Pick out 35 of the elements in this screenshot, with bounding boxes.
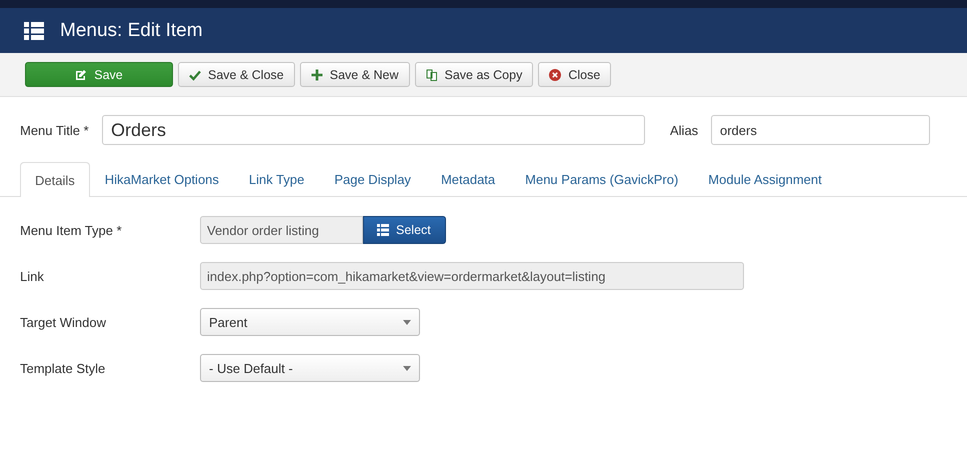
toolbar-button[interactable]: Save & Close — [178, 62, 295, 87]
list-icon — [24, 20, 44, 40]
tab[interactable]: HikaMarket Options — [90, 162, 234, 196]
input-field: index.php?option=com_hikamarket&view=ordermarket&layout=listing — [200, 262, 744, 290]
tab[interactable]: Page Display — [319, 162, 426, 196]
page-title: Menus: Edit Item — [60, 20, 203, 42]
check-icon — [189, 68, 201, 80]
tab[interactable]: Metadata — [426, 162, 510, 196]
close-icon — [549, 68, 562, 80]
copy-icon — [426, 68, 438, 80]
dropdown[interactable]: - Use Default - — [200, 354, 420, 382]
field-label: Alias — [670, 122, 700, 138]
field-label: Link — [20, 268, 45, 284]
tab[interactable]: Module Assignment — [693, 162, 837, 196]
list-icon — [377, 224, 389, 236]
select-button[interactable]: Select — [363, 216, 446, 244]
field-label: Menu Title * — [20, 122, 90, 138]
alias-field[interactable]: orders — [711, 115, 930, 145]
caret-icon — [403, 320, 411, 324]
toolbar-button[interactable]: Save — [25, 62, 173, 87]
toolbar-button[interactable]: Save as Copy — [414, 62, 534, 87]
field-label: Target Window — [20, 314, 107, 330]
toolbar-button[interactable]: Save & New — [300, 62, 410, 87]
tab[interactable]: Link Type — [234, 162, 320, 196]
plus-icon — [310, 68, 323, 80]
caret-icon — [403, 366, 411, 370]
input-field: Vendor order listing — [200, 216, 363, 244]
title-field[interactable]: Orders — [102, 115, 645, 145]
field-label: Template Style — [20, 360, 106, 376]
tab[interactable]: Details — [20, 162, 90, 197]
tab[interactable]: Menu Params (GavickPro) — [510, 162, 694, 196]
edit-icon — [75, 68, 88, 80]
toolbar-button[interactable]: Close — [538, 62, 612, 87]
dropdown[interactable]: Parent — [200, 308, 420, 336]
field-label: Menu Item Type * — [20, 222, 123, 238]
